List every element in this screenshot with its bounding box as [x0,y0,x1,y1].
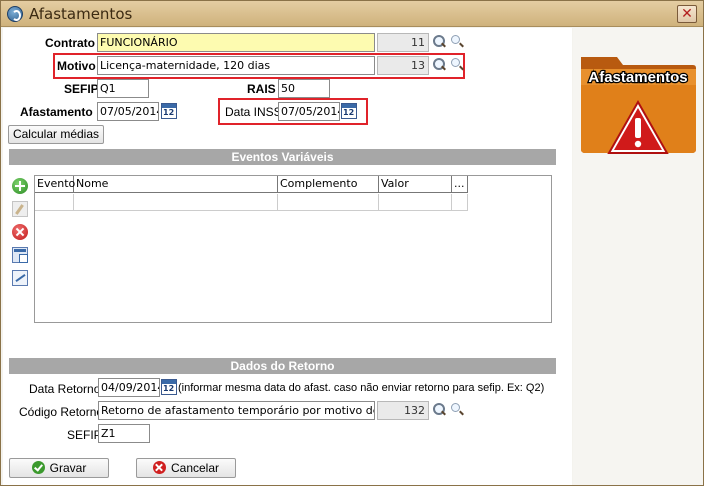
contrato-field[interactable]: FUNCIONÁRIO [97,33,375,52]
afastamentos-window: Afastamentos ✕ Contrato FUNCIONÁRIO 11 M… [0,0,704,486]
retorno-sefip-field[interactable]: Z1 [98,424,150,443]
close-button[interactable]: ✕ [677,5,697,23]
col-nome[interactable]: Nome [74,176,278,193]
data-inss-date-field[interactable]: 07/05/2014 [278,102,340,121]
check-icon [31,461,45,474]
app-icon [7,6,23,22]
title-bar: Afastamentos ✕ [1,1,703,27]
side-panel: Afastamentos [573,28,703,485]
retorno-section-header: Dados do Retorno [9,358,556,374]
data-retorno-label: Data Retorno [29,382,101,396]
cell-evento[interactable] [35,194,74,211]
cancel-icon [152,461,166,474]
col-valor[interactable]: Valor [379,176,452,193]
rais-label: RAIS [247,82,276,96]
data-retorno-date-field[interactable]: 04/09/2014 [98,378,160,397]
data-inss-label: Data INSS [225,105,282,119]
data-inss-calendar-icon[interactable]: 12 [341,103,357,119]
col-more[interactable]: ... [452,176,468,193]
sefip-field[interactable]: Q1 [97,79,149,98]
grid-header: Evento Nome Complemento Valor ... [35,176,468,193]
cell-more[interactable] [452,194,468,211]
codigo-retorno-field[interactable]: Retorno de afastamento temporário por mo… [98,401,375,420]
codigo-retorno-search-icon[interactable] [431,402,447,418]
motivo-label: Motivo [57,59,96,73]
eventos-grid[interactable]: Evento Nome Complemento Valor ... [34,175,552,323]
eventos-section-header: Eventos Variáveis [9,149,556,165]
sefip-label: SEFIP [64,82,99,96]
codigo-retorno-zoom-icon[interactable] [449,402,465,418]
save-button-label: Gravar [49,461,87,475]
calcular-medias-button[interactable]: Calcular médias [8,125,104,144]
add-event-icon[interactable] [12,178,28,194]
logo-text: Afastamentos [588,69,687,86]
rais-field[interactable]: 50 [278,79,330,98]
window-title: Afastamentos [29,5,133,23]
motivo-code: 13 [377,56,429,75]
afastamento-label: Afastamento [20,105,93,119]
calendar-icon-day: 12 [343,108,355,117]
copy-event-icon[interactable] [12,247,28,263]
retorno-sefip-label: SEFIP [67,428,102,442]
motivo-field[interactable]: Licença-maternidade, 120 dias [97,56,375,75]
cancel-button-label: Cancelar [170,461,220,475]
cancel-button[interactable]: Cancelar [136,458,236,478]
data-retorno-hint: (informar mesma data do afast. caso não … [178,382,545,394]
cell-valor[interactable] [379,194,452,211]
contrato-search-icon[interactable] [431,34,447,50]
table-row[interactable] [35,194,468,211]
motivo-zoom-icon[interactable] [449,57,465,73]
codigo-retorno-code: 132 [377,401,429,420]
afastamento-date-field[interactable]: 07/05/2014 [97,102,159,121]
delete-event-icon[interactable] [12,224,28,240]
calendar-icon-day: 12 [163,384,175,393]
afastamento-calendar-icon[interactable]: 12 [161,103,177,119]
cell-nome[interactable] [74,194,278,211]
calendar-icon-day: 12 [163,108,175,117]
edit-event-icon[interactable] [12,201,28,217]
chart-event-icon[interactable] [12,270,28,286]
col-evento[interactable]: Evento [35,176,75,193]
form-panel: Contrato FUNCIONÁRIO 11 Motivo Licença-m… [3,28,572,485]
codigo-retorno-label: Código Retorno [19,405,104,419]
contrato-code: 11 [377,33,429,52]
save-button[interactable]: Gravar [9,458,109,478]
col-complemento[interactable]: Complemento [278,176,379,193]
contrato-label: Contrato [45,36,95,50]
contrato-zoom-icon[interactable] [449,34,465,50]
motivo-search-icon[interactable] [431,57,447,73]
data-retorno-calendar-icon[interactable]: 12 [161,379,177,395]
afastamentos-folder-warning-icon: Afastamentos [581,57,696,154]
cell-complemento[interactable] [278,194,379,211]
